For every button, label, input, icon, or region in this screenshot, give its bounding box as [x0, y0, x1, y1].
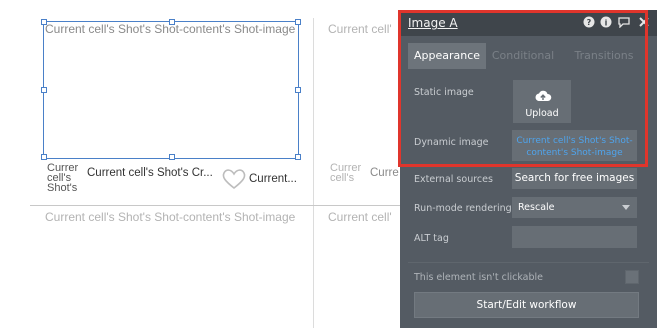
run-mode-rendering-label: Run-mode rendering	[414, 203, 512, 214]
alt-tag-label: ALT tag	[414, 233, 449, 244]
external-sources-label: External sources	[414, 174, 493, 185]
ghost-caption-text-right: Curre	[370, 167, 399, 179]
dropdown-caret-icon	[622, 205, 630, 210]
resize-handle-left[interactable]	[41, 87, 47, 93]
not-clickable-checkbox[interactable]	[625, 270, 639, 284]
cell-divider-vertical	[313, 18, 314, 328]
resize-handle-bottom-left[interactable]	[41, 154, 47, 160]
resize-handle-right[interactable]	[295, 87, 301, 93]
alt-tag-input[interactable]	[512, 226, 637, 248]
editor-canvas[interactable]: Current cell's Shot's Shot-content's Sho…	[0, 0, 400, 328]
resize-handle-bottom[interactable]	[169, 154, 175, 160]
search-free-images-button[interactable]: Search for free images	[512, 168, 637, 189]
ghost-image-text-right: Current cell'	[328, 22, 392, 36]
shot-caption-text[interactable]: Current cell's Shot's Cr...	[87, 167, 215, 179]
not-clickable-label: This element isn't clickable	[414, 272, 543, 283]
cell-divider-horizontal	[30, 205, 400, 206]
run-mode-value: Rescale	[518, 202, 555, 213]
start-edit-workflow-button[interactable]: Start/Edit workflow	[414, 292, 639, 318]
heart-caption-text[interactable]: Current...	[249, 173, 304, 185]
panel-divider	[408, 262, 649, 263]
ghost-stacked-text-right: Currer cell's	[330, 162, 362, 184]
highlight-annotation	[398, 10, 648, 167]
selected-image-element[interactable]	[43, 21, 299, 159]
run-mode-dropdown[interactable]: Rescale	[512, 197, 637, 218]
resize-handle-top[interactable]	[169, 19, 175, 25]
stacked-text[interactable]: Currer cell's Shot's	[47, 163, 81, 193]
resize-handle-top-left[interactable]	[41, 19, 47, 25]
heart-icon[interactable]	[221, 167, 247, 191]
ghost-image-text-bottom-right: Current cell'	[328, 210, 392, 224]
resize-handle-bottom-right[interactable]	[295, 154, 301, 160]
ghost-image-text-bottom-left: Current cell's Shot's Shot-content's Sho…	[45, 210, 296, 224]
resize-handle-top-right[interactable]	[295, 19, 301, 25]
